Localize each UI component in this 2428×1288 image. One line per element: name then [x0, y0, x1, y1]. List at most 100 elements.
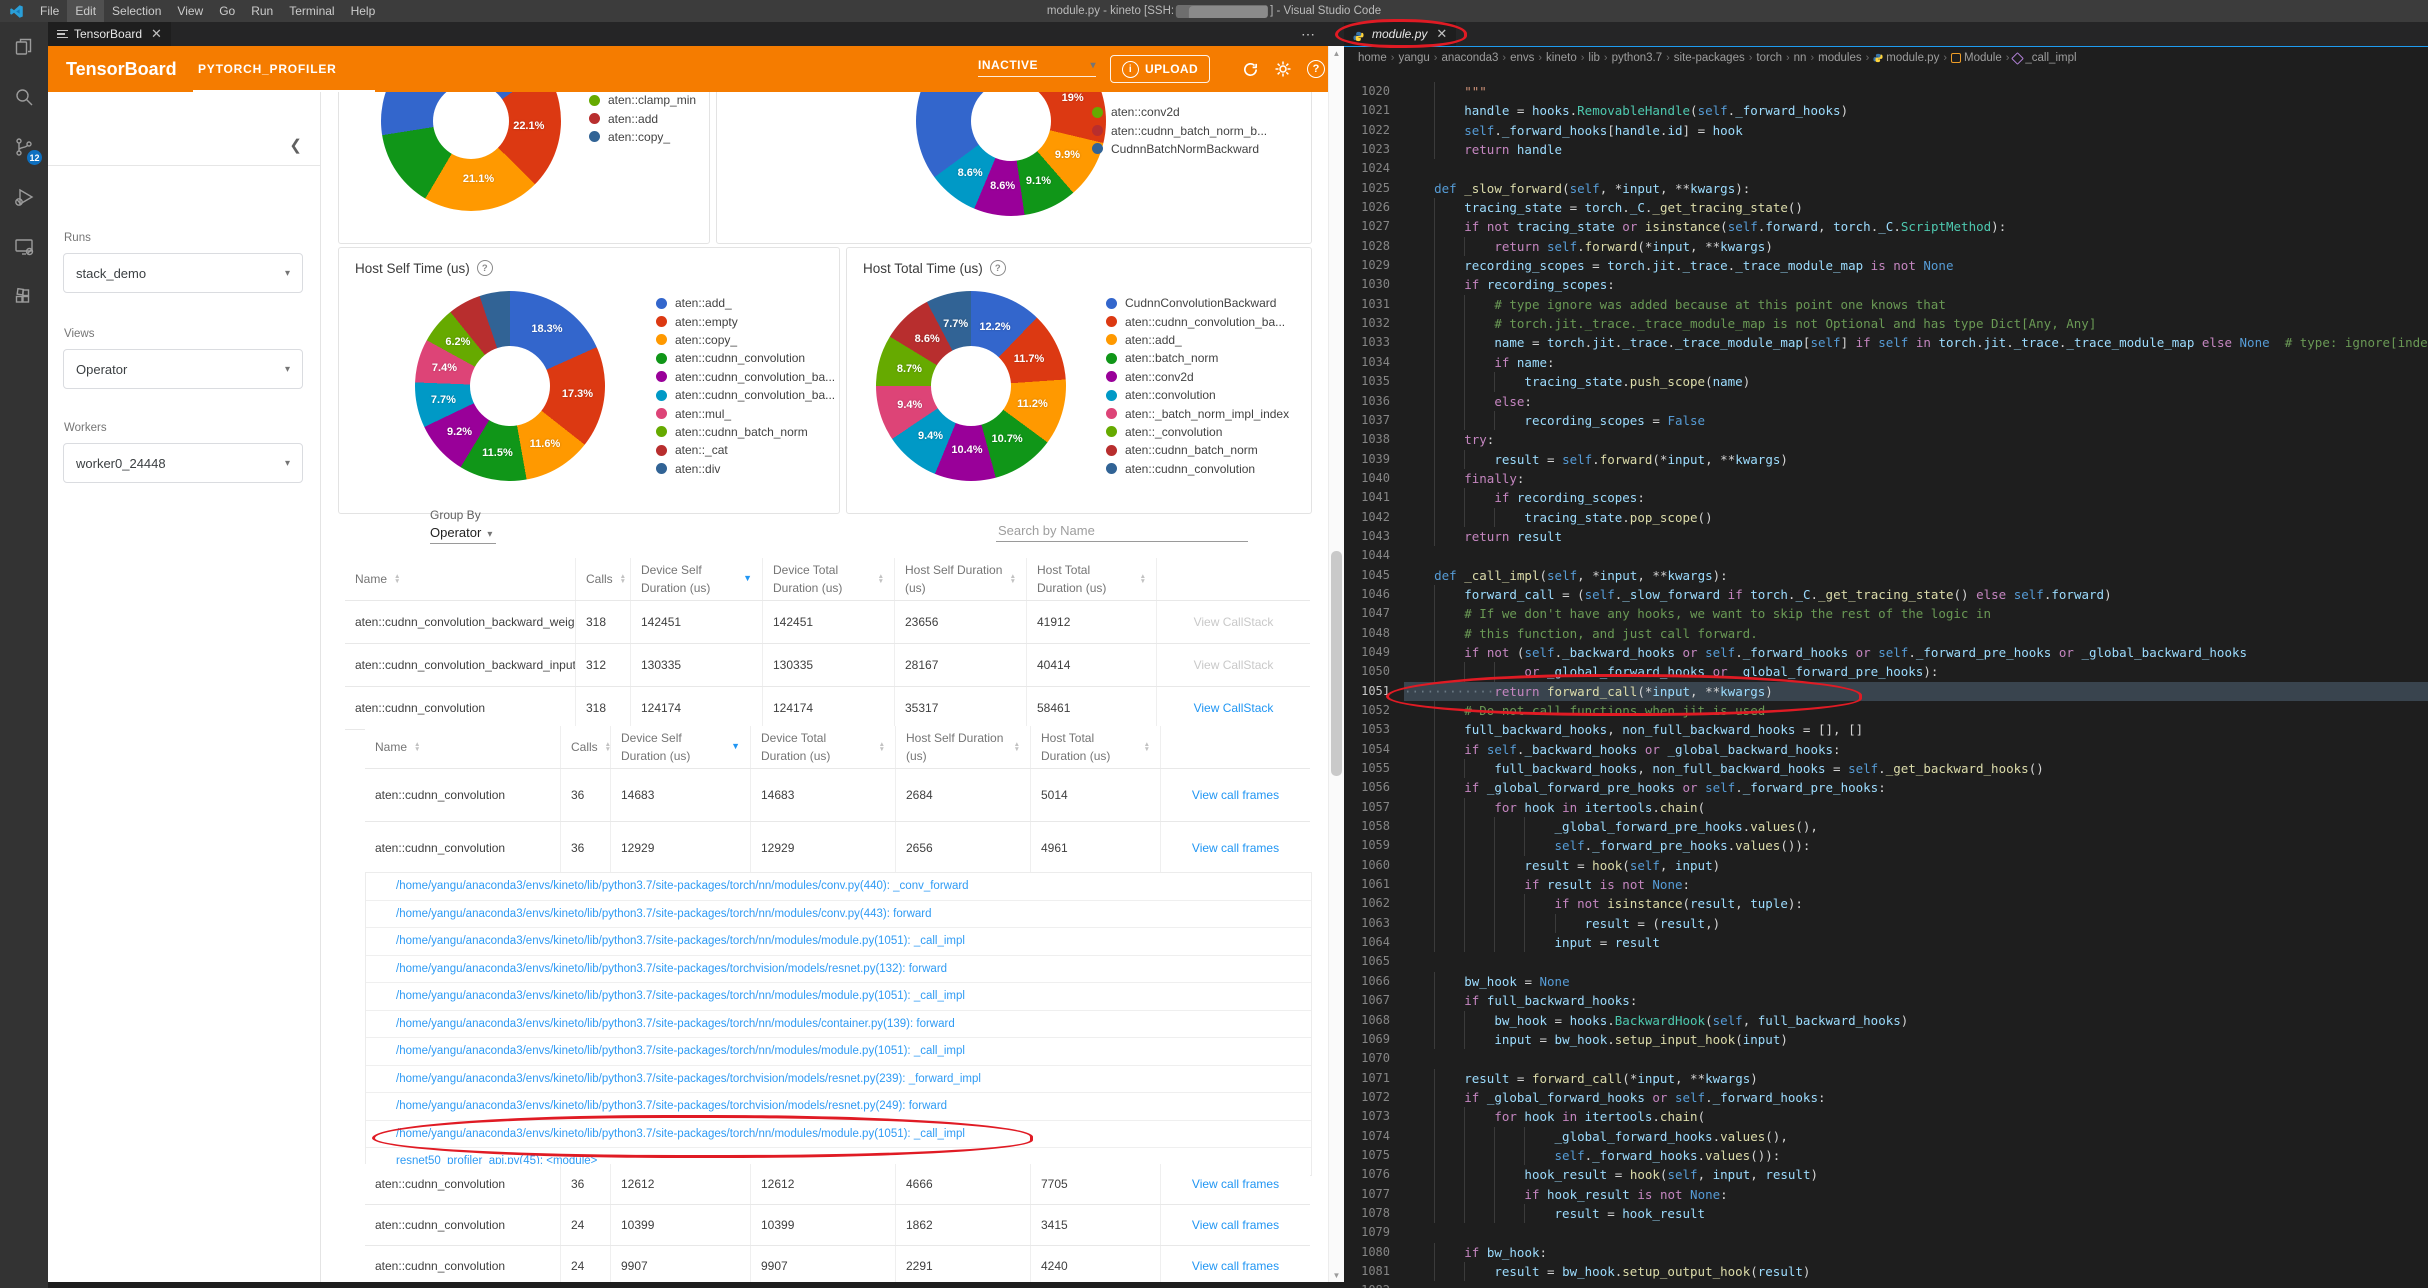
view-call-frames-link[interactable]: View call frames — [1192, 1259, 1279, 1273]
line-number[interactable]: 1062 — [1344, 894, 1390, 913]
source-control-icon[interactable]: 12 — [0, 122, 48, 172]
breadcrumb-home[interactable]: home — [1358, 52, 1387, 64]
scroll-down-icon[interactable]: ▼ — [1329, 1268, 1344, 1282]
workers-select[interactable]: worker0_24448 ▾ — [63, 443, 303, 483]
menu-file[interactable]: File — [32, 0, 67, 22]
line-number[interactable]: 1024 — [1344, 159, 1390, 178]
line-number[interactable]: 1075 — [1344, 1146, 1390, 1165]
column-header[interactable]: Name ▲ ▼ — [345, 558, 575, 600]
call-frame-link[interactable]: /home/yangu/anaconda3/envs/kineto/lib/py… — [396, 990, 965, 1002]
column-header[interactable]: Device Total Duration (us) ▲ ▼ — [762, 558, 894, 600]
line-number[interactable]: 1037 — [1344, 411, 1390, 430]
line-number[interactable]: 1048 — [1344, 624, 1390, 643]
line-number[interactable]: 1059 — [1344, 836, 1390, 855]
line-number[interactable]: 1020 — [1344, 82, 1390, 101]
line-number[interactable]: 1023 — [1344, 140, 1390, 159]
breadcrumb-envs[interactable]: envs — [1510, 52, 1534, 64]
breadcrumb-anaconda3[interactable]: anaconda3 — [1441, 52, 1498, 64]
menu-edit[interactable]: Edit — [67, 0, 105, 22]
call-frame-link[interactable]: /home/yangu/anaconda3/envs/kineto/lib/py… — [396, 1100, 947, 1112]
line-number[interactable]: 1050 — [1344, 662, 1390, 681]
column-header[interactable]: Calls▲▼ — [575, 558, 630, 600]
line-number[interactable]: 1027 — [1344, 217, 1390, 236]
line-number[interactable]: 1025 — [1344, 179, 1390, 198]
line-number[interactable]: 1030 — [1344, 275, 1390, 294]
call-frame-link[interactable]: /home/yangu/anaconda3/envs/kineto/lib/py… — [396, 963, 947, 975]
column-header[interactable]: Calls▲▼ — [560, 726, 610, 768]
breadcrumb-lib[interactable]: lib — [1588, 52, 1600, 64]
collapse-chevron-icon[interactable]: ❮ — [289, 136, 302, 154]
line-number[interactable]: 1049 — [1344, 643, 1390, 662]
line-number[interactable]: 1028 — [1344, 237, 1390, 256]
line-number[interactable]: 1064 — [1344, 933, 1390, 952]
line-number[interactable]: 1032 — [1344, 314, 1390, 333]
view-call-frames-link[interactable]: View call frames — [1192, 841, 1279, 855]
line-number[interactable]: 1021 — [1344, 101, 1390, 120]
breadcrumb--call-impl[interactable]: _call_impl — [2011, 51, 2077, 65]
breadcrumb-modules[interactable]: modules — [1818, 52, 1861, 64]
remote-explorer-icon[interactable] — [0, 222, 48, 272]
search-input[interactable] — [996, 520, 1248, 542]
line-number[interactable]: 1068 — [1344, 1011, 1390, 1030]
menu-help[interactable]: Help — [343, 0, 384, 22]
line-number[interactable]: 1054 — [1344, 740, 1390, 759]
call-frame-link[interactable]: /home/yangu/anaconda3/envs/kineto/lib/py… — [396, 880, 969, 892]
line-number[interactable]: 1079 — [1344, 1223, 1390, 1242]
line-number[interactable]: 1073 — [1344, 1107, 1390, 1126]
breadcrumb-yangu[interactable]: yangu — [1398, 52, 1429, 64]
webview-scrollbar[interactable]: ▲ ▼ — [1328, 46, 1344, 1282]
line-number[interactable]: 1057 — [1344, 798, 1390, 817]
line-number[interactable]: 1063 — [1344, 914, 1390, 933]
explorer-icon[interactable] — [0, 22, 48, 72]
line-number[interactable]: 1067 — [1344, 991, 1390, 1010]
upload-button[interactable]: i UPLOAD — [1110, 55, 1211, 83]
call-frame-link[interactable]: /home/yangu/anaconda3/envs/kineto/lib/py… — [396, 1128, 965, 1140]
run-debug-icon[interactable] — [0, 172, 48, 222]
column-header[interactable]: Device Self Duration (us) ▼ — [610, 726, 750, 768]
tab-module-py[interactable]: module.py ✕ — [1335, 19, 1468, 48]
call-frame-link[interactable]: /home/yangu/anaconda3/envs/kineto/lib/py… — [396, 1045, 965, 1057]
scroll-up-icon[interactable]: ▲ — [1329, 46, 1344, 60]
column-header[interactable]: Host Self Duration (us) ▲ ▼ — [894, 558, 1026, 600]
breadcrumb-module-py[interactable]: module.py — [1873, 52, 1939, 64]
line-number[interactable]: 1082 — [1344, 1281, 1390, 1288]
gear-icon[interactable] — [1273, 59, 1293, 79]
column-header[interactable]: Device Total Duration (us) ▲ ▼ — [750, 726, 895, 768]
breadcrumb-site-packages[interactable]: site-packages — [1674, 52, 1745, 64]
line-number[interactable]: 1036 — [1344, 392, 1390, 411]
line-number[interactable]: 1058 — [1344, 817, 1390, 836]
code-editor[interactable]: 1020 """ 1021 handle = hooks.RemovableHan… — [1344, 69, 2428, 1288]
breadcrumb-kineto[interactable]: kineto — [1546, 52, 1577, 64]
more-actions-icon[interactable]: ⋯ — [1301, 22, 1316, 46]
line-number[interactable]: 1051 — [1344, 682, 1390, 701]
help-icon[interactable]: ? — [1306, 59, 1326, 79]
view-callstack-link[interactable]: View CallStack — [1194, 701, 1274, 715]
line-number[interactable]: 1066 — [1344, 972, 1390, 991]
line-number[interactable]: 1029 — [1344, 256, 1390, 275]
line-number[interactable]: 1080 — [1344, 1243, 1390, 1262]
line-number[interactable]: 1065 — [1344, 952, 1390, 971]
menu-terminal[interactable]: Terminal — [281, 0, 342, 22]
call-frame-link[interactable]: /home/yangu/anaconda3/envs/kineto/lib/py… — [396, 935, 965, 947]
close-icon[interactable]: ✕ — [151, 26, 162, 42]
line-number[interactable]: 1070 — [1344, 1049, 1390, 1068]
column-header[interactable]: Host Total Duration (us) ▲ ▼ — [1030, 726, 1160, 768]
breadcrumb-nn[interactable]: nn — [1794, 52, 1807, 64]
runs-select[interactable]: stack_demo ▾ — [63, 253, 303, 293]
line-number[interactable]: 1078 — [1344, 1204, 1390, 1223]
menu-selection[interactable]: Selection — [104, 0, 169, 22]
line-number[interactable]: 1047 — [1344, 604, 1390, 623]
call-frame-link[interactable]: /home/yangu/anaconda3/envs/kineto/lib/py… — [396, 1073, 981, 1085]
line-number[interactable]: 1042 — [1344, 508, 1390, 527]
view-call-frames-link[interactable]: View call frames — [1192, 788, 1279, 802]
views-select[interactable]: Operator ▾ — [63, 349, 303, 389]
breadcrumb-module[interactable]: Module — [1951, 52, 2002, 64]
line-number[interactable]: 1060 — [1344, 856, 1390, 875]
line-number[interactable]: 1026 — [1344, 198, 1390, 217]
line-number[interactable]: 1041 — [1344, 488, 1390, 507]
menu-go[interactable]: Go — [211, 0, 243, 22]
search-icon[interactable] — [0, 72, 48, 122]
line-number[interactable]: 1072 — [1344, 1088, 1390, 1107]
column-header[interactable]: Host Self Duration (us) ▲ ▼ — [895, 726, 1030, 768]
line-number[interactable]: 1046 — [1344, 585, 1390, 604]
